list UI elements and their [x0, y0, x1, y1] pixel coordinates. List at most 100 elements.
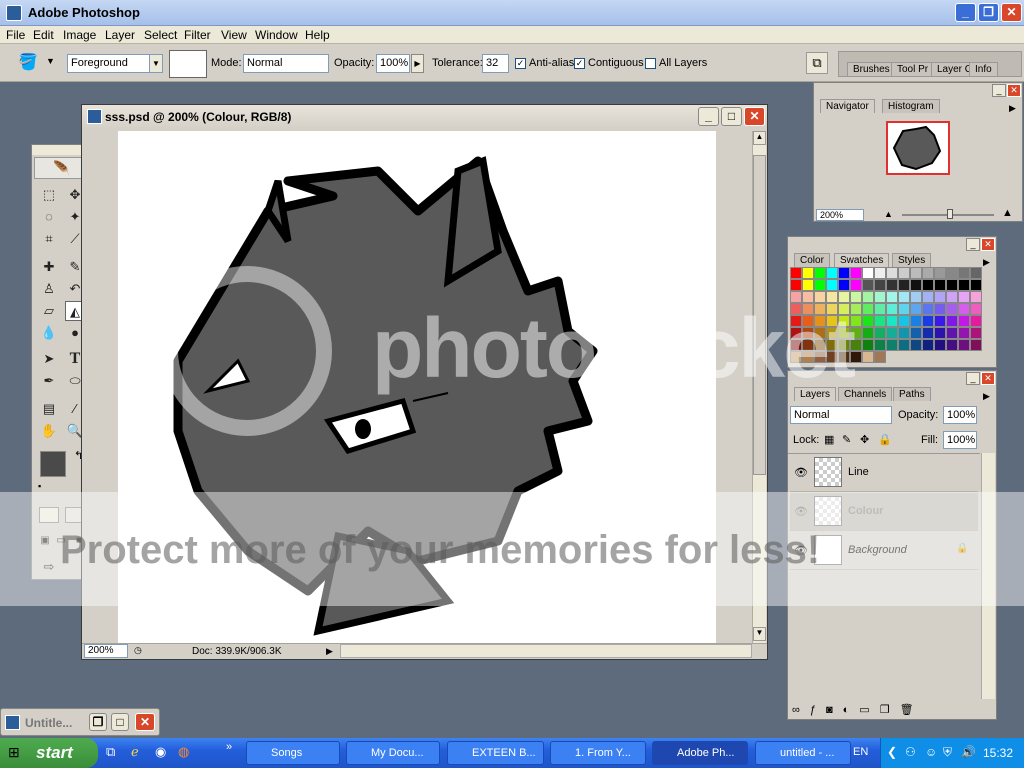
tab-swatches[interactable]: Swatches: [834, 253, 890, 267]
notes-tool-icon[interactable]: ▤: [39, 399, 59, 419]
scroll-down-icon[interactable]: ▼: [753, 627, 766, 641]
color-swatch[interactable]: [826, 267, 838, 279]
color-swatch[interactable]: [910, 339, 922, 351]
color-swatch[interactable]: [946, 315, 958, 327]
tray-volume-icon[interactable]: 🔊: [961, 745, 976, 759]
marquee-tool-icon[interactable]: ⬚: [39, 185, 59, 205]
new-layer-icon[interactable]: ❐: [880, 704, 900, 716]
lock-transparent-icon[interactable]: ▦: [824, 433, 834, 446]
color-swatch[interactable]: [862, 291, 874, 303]
layers-minimize-button[interactable]: _: [966, 372, 980, 385]
color-swatch[interactable]: [814, 267, 826, 279]
link-layers-icon[interactable]: ∞: [792, 704, 810, 716]
color-swatch[interactable]: [898, 315, 910, 327]
crop-tool-icon[interactable]: ⌗: [39, 229, 59, 249]
color-swatch[interactable]: [886, 267, 898, 279]
color-swatch[interactable]: [862, 351, 874, 363]
default-colors-icon[interactable]: ▪: [38, 481, 41, 491]
menu-filter[interactable]: Filter: [184, 28, 211, 42]
color-swatch[interactable]: [970, 267, 982, 279]
color-swatch[interactable]: [934, 339, 946, 351]
menu-file[interactable]: File: [6, 28, 25, 42]
color-swatch[interactable]: [922, 327, 934, 339]
navigator-zoom-field[interactable]: 200%: [816, 209, 864, 221]
pen-tool-icon[interactable]: ✒: [39, 371, 59, 391]
tab-styles[interactable]: Styles: [892, 253, 932, 267]
tray-messenger-icon[interactable]: ☺: [925, 745, 937, 759]
color-swatch[interactable]: [922, 339, 934, 351]
tolerance-field[interactable]: 32: [482, 54, 509, 73]
color-swatch[interactable]: [946, 291, 958, 303]
color-swatch[interactable]: [862, 339, 874, 351]
quicklaunch-ie-icon[interactable]: ℯ: [131, 744, 149, 762]
taskbar-from-y[interactable]: 1. From Y...: [550, 741, 646, 765]
color-swatch[interactable]: [970, 327, 982, 339]
color-swatch[interactable]: [970, 291, 982, 303]
layer-mask-icon[interactable]: ◙: [826, 704, 843, 716]
quicklaunch-firefox-icon[interactable]: ◍: [178, 744, 196, 762]
file-browser-icon[interactable]: ⧉: [806, 52, 828, 74]
layer-row-line[interactable]: 👁 Line: [790, 454, 978, 492]
color-swatch[interactable]: [886, 339, 898, 351]
color-swatch[interactable]: [886, 327, 898, 339]
color-swatch[interactable]: [874, 315, 886, 327]
color-swatch[interactable]: [874, 279, 886, 291]
navigator-thumbnail[interactable]: [886, 121, 950, 175]
color-swatch[interactable]: [946, 267, 958, 279]
lock-all-icon[interactable]: 🔒: [878, 433, 892, 446]
clone-stamp-tool-icon[interactable]: ♙: [39, 279, 59, 299]
taskbar-exteen[interactable]: EXTEEN B...: [447, 741, 544, 765]
color-swatch[interactable]: [934, 315, 946, 327]
color-swatch[interactable]: [874, 327, 886, 339]
tab-paths[interactable]: Paths: [893, 387, 931, 401]
navigator-minimize-button[interactable]: _: [992, 84, 1006, 97]
delete-layer-icon[interactable]: 🗑: [900, 704, 924, 716]
tab-histogram[interactable]: Histogram: [882, 99, 940, 113]
chevron-down-icon[interactable]: ▼: [149, 55, 162, 72]
color-swatch[interactable]: [862, 279, 874, 291]
color-swatch[interactable]: [910, 267, 922, 279]
menu-edit[interactable]: Edit: [33, 28, 54, 42]
color-swatch[interactable]: [826, 279, 838, 291]
color-swatch[interactable]: [922, 291, 934, 303]
color-swatch[interactable]: [898, 279, 910, 291]
color-swatch[interactable]: [910, 315, 922, 327]
color-swatch[interactable]: [970, 279, 982, 291]
color-swatch[interactable]: [886, 291, 898, 303]
color-swatch[interactable]: [802, 279, 814, 291]
zoom-in-icon[interactable]: ▲: [1002, 207, 1013, 219]
color-swatch[interactable]: [946, 303, 958, 315]
pattern-picker[interactable]: [169, 50, 207, 78]
color-swatch[interactable]: [958, 327, 970, 339]
color-swatch[interactable]: [934, 279, 946, 291]
quicklaunch-more-icon[interactable]: »: [226, 741, 232, 753]
menu-select[interactable]: Select: [144, 28, 177, 42]
color-swatch[interactable]: [802, 267, 814, 279]
contiguous-checkbox[interactable]: ✓: [574, 58, 585, 69]
navigator-menu-icon[interactable]: ▶: [1009, 103, 1016, 114]
lock-image-icon[interactable]: ✎: [842, 433, 851, 446]
color-swatch[interactable]: [862, 327, 874, 339]
navigator-close-button[interactable]: ✕: [1007, 84, 1021, 97]
close-button[interactable]: ✕: [1001, 3, 1022, 22]
paint-bucket-icon[interactable]: 🪣: [18, 52, 40, 74]
quicklaunch-explorer-icon[interactable]: ⧉: [106, 744, 124, 762]
color-swatch[interactable]: [970, 303, 982, 315]
new-group-icon[interactable]: ▭: [859, 704, 879, 716]
lasso-tool-icon[interactable]: ◌: [39, 207, 59, 227]
menu-image[interactable]: Image: [63, 28, 96, 42]
color-swatch[interactable]: [946, 279, 958, 291]
color-swatch[interactable]: [958, 279, 970, 291]
menu-view[interactable]: View: [221, 28, 247, 42]
well-tab-brushes[interactable]: Brushes: [847, 62, 896, 76]
quicklaunch-aim-icon[interactable]: ◉: [155, 744, 173, 762]
color-swatch[interactable]: [958, 339, 970, 351]
menu-layer[interactable]: Layer: [105, 28, 135, 42]
color-swatch[interactable]: [850, 267, 862, 279]
color-swatch[interactable]: [958, 267, 970, 279]
color-swatch[interactable]: [862, 267, 874, 279]
minimized-maximize-button[interactable]: □: [111, 713, 129, 731]
color-swatch[interactable]: [898, 291, 910, 303]
swatches-close-button[interactable]: ✕: [981, 238, 995, 251]
color-swatch[interactable]: [946, 327, 958, 339]
